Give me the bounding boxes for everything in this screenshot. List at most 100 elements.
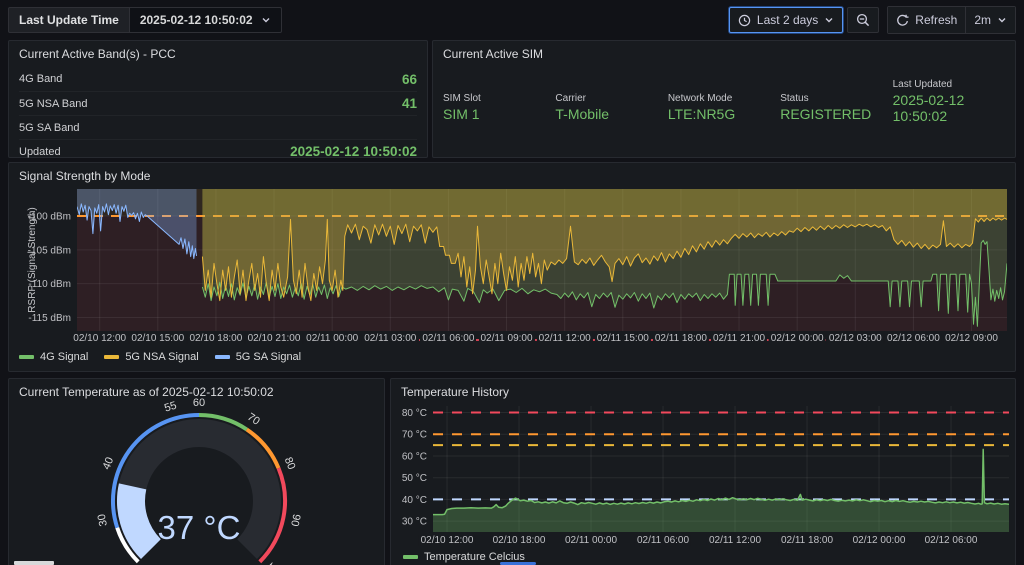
panel-current-temperature: Current Temperature as of 2025-02-12 10:…	[8, 378, 385, 565]
x-tick-label: 02/11 03:00	[362, 333, 419, 344]
x-tick-label: 02/10 12:00	[418, 535, 476, 546]
legend-label: 4G Signal	[40, 351, 89, 363]
variable-value: 2025-02-12 10:50:02	[139, 13, 253, 27]
panel-title[interactable]: Current Active Band(s) - PCC	[19, 47, 176, 61]
x-tick-label: 02/11 21:00	[710, 333, 768, 344]
x-tick-label: 02/10 18:00	[187, 333, 245, 344]
svg-text:80 °C: 80 °C	[402, 408, 427, 419]
legend-swatch	[19, 355, 34, 359]
dashboard: Last Update Time 2025-02-12 10:50:02 Las…	[0, 0, 1024, 565]
svg-text:70 °C: 70 °C	[402, 430, 427, 441]
zoom-out-button[interactable]	[847, 7, 880, 33]
svg-text:40: 40	[101, 456, 117, 472]
band-row-label: 5G NSA Band	[19, 97, 88, 110]
svg-text:RSRP (Signal Strength): RSRP (Signal Strength)	[27, 207, 38, 312]
variable-label: Last Update Time	[8, 7, 129, 33]
x-tick-label: 02/11 06:00	[420, 333, 477, 344]
refresh-label: Refresh	[915, 13, 958, 27]
band-table: 4G Band 66 5G NSA Band 41 5G SA Band Upd…	[19, 67, 417, 163]
toolbar-right: Last 2 days Refresh 2m	[728, 6, 1016, 34]
x-tick-label: 02/11 00:00	[562, 535, 620, 546]
panel-current-active-bands: Current Active Band(s) - PCC 4G Band 66 …	[8, 40, 428, 159]
band-row-label: 4G Band	[19, 73, 63, 85]
signal-legend: 4G Signal 5G NSA Signal 5G SA Signal	[19, 351, 301, 363]
refresh-button[interactable]: Refresh	[888, 7, 966, 33]
svg-text:37 °C: 37 °C	[158, 509, 241, 546]
chevron-down-icon	[997, 15, 1007, 25]
stat: Status REGISTERED	[780, 93, 892, 124]
x-tick-label: 02/11 12:00	[536, 333, 593, 344]
legend-item[interactable]: 4G Signal	[19, 351, 88, 363]
svg-text:50 °C: 50 °C	[402, 473, 427, 484]
zoom-out-icon	[856, 13, 870, 27]
table-row: 4G Band 66	[19, 67, 417, 91]
svg-text:90: 90	[288, 513, 302, 527]
dashboard-toolbar: Last Update Time 2025-02-12 10:50:02 Las…	[0, 0, 1024, 38]
time-range-picker[interactable]: Last 2 days	[728, 7, 844, 33]
panel-title[interactable]: Current Active SIM	[443, 47, 543, 61]
x-tick-label: 02/12 06:00	[884, 333, 942, 344]
stat-value: 2025-02-12 10:50:02	[892, 92, 965, 125]
stat: Carrier T-Mobile	[555, 93, 667, 124]
chevron-down-icon	[824, 15, 834, 25]
refresh-icon	[896, 14, 909, 27]
stat: Network Mode LTE:NR5G	[668, 93, 780, 124]
stat-value: LTE:NR5G	[667, 106, 736, 122]
stat-label: Network Mode	[667, 93, 733, 104]
svg-text:70: 70	[245, 411, 262, 428]
refresh-interval-dropdown[interactable]: 2m	[965, 7, 1015, 33]
x-tick-label: 02/10 15:00	[129, 333, 187, 344]
x-tick-label: 02/12 09:00	[943, 333, 1000, 344]
chevron-down-icon	[261, 15, 271, 25]
variable-value-dropdown[interactable]: 2025-02-12 10:50:02	[128, 7, 282, 33]
svg-text:30: 30	[96, 513, 110, 527]
band-row-value: 41	[401, 96, 417, 111]
legend-swatch	[104, 355, 120, 359]
stat-value: T-Mobile	[555, 106, 610, 122]
svg-text:80: 80	[282, 456, 298, 472]
svg-text:60: 60	[193, 397, 205, 409]
time-range-label: Last 2 days	[756, 13, 819, 27]
panel-signal-strength: Signal Strength by Mode -100 dBm -105 dBm…	[8, 162, 1016, 372]
stat-value: SIM 1	[443, 106, 480, 122]
legend-item[interactable]: 5G SA Signal	[214, 351, 301, 363]
stat-label: Last Updated	[892, 79, 953, 90]
band-row-value: 66	[401, 71, 417, 87]
table-row: Updated 2025-02-12 10:50:02	[19, 139, 417, 163]
x-tick-label: 02/11 18:00	[778, 535, 836, 546]
refresh-interval: 2m	[974, 13, 991, 27]
svg-text:55: 55	[163, 400, 178, 415]
svg-text:40 °C: 40 °C	[402, 495, 427, 506]
band-row-value: 2025-02-12 10:50:02	[290, 144, 417, 159]
temperature-gauge: 203040556070809010037 °C	[96, 397, 303, 565]
svg-text:-115 dBm: -115 dBm	[28, 313, 71, 324]
x-tick-label: 02/11 06:00	[634, 535, 692, 546]
band-row-label: Updated	[19, 145, 61, 158]
panel-temperature-history: Temperature History 30 °C 40 °C 50 °C 60 °C…	[390, 378, 1016, 565]
refresh-group: Refresh 2m	[887, 6, 1016, 34]
stat: Last Updated 2025-02-12 10:50:02	[893, 79, 1005, 124]
x-tick-label: 02/10 21:00	[245, 333, 303, 344]
x-tick-label: 02/12 00:00	[768, 333, 826, 344]
x-tick-label: 02/11 12:00	[706, 535, 764, 546]
sim-stats: SIM Slot SIM 1 Carrier T-Mobile Network …	[443, 79, 1005, 124]
svg-text:30 °C: 30 °C	[402, 517, 427, 528]
legend-label: 5G NSA Signal	[125, 351, 199, 363]
legend-swatch	[403, 555, 418, 559]
stat-label: SIM Slot	[443, 93, 481, 104]
panel-current-active-sim: Current Active SIM SIM Slot SIM 1 Carrie…	[432, 40, 1016, 158]
x-tick-label: 02/11 18:00	[652, 333, 709, 344]
stat: SIM Slot SIM 1	[443, 93, 555, 124]
x-tick-label: 02/11 09:00	[478, 333, 535, 344]
x-tick-label: 02/12 03:00	[826, 333, 884, 344]
clock-icon	[738, 14, 751, 27]
legend-item[interactable]: 5G NSA Signal	[104, 351, 199, 363]
band-row-label: 5G SA Band	[19, 121, 80, 134]
legend-swatch	[214, 355, 230, 359]
template-variable: Last Update Time 2025-02-12 10:50:02	[8, 7, 282, 33]
stat-label: Carrier	[555, 93, 586, 104]
x-tick-label: 02/11 15:00	[594, 333, 651, 344]
stat-label: Status	[780, 93, 809, 104]
x-tick-label: 02/12 06:00	[922, 535, 980, 546]
table-row: 5G SA Band	[19, 115, 417, 139]
